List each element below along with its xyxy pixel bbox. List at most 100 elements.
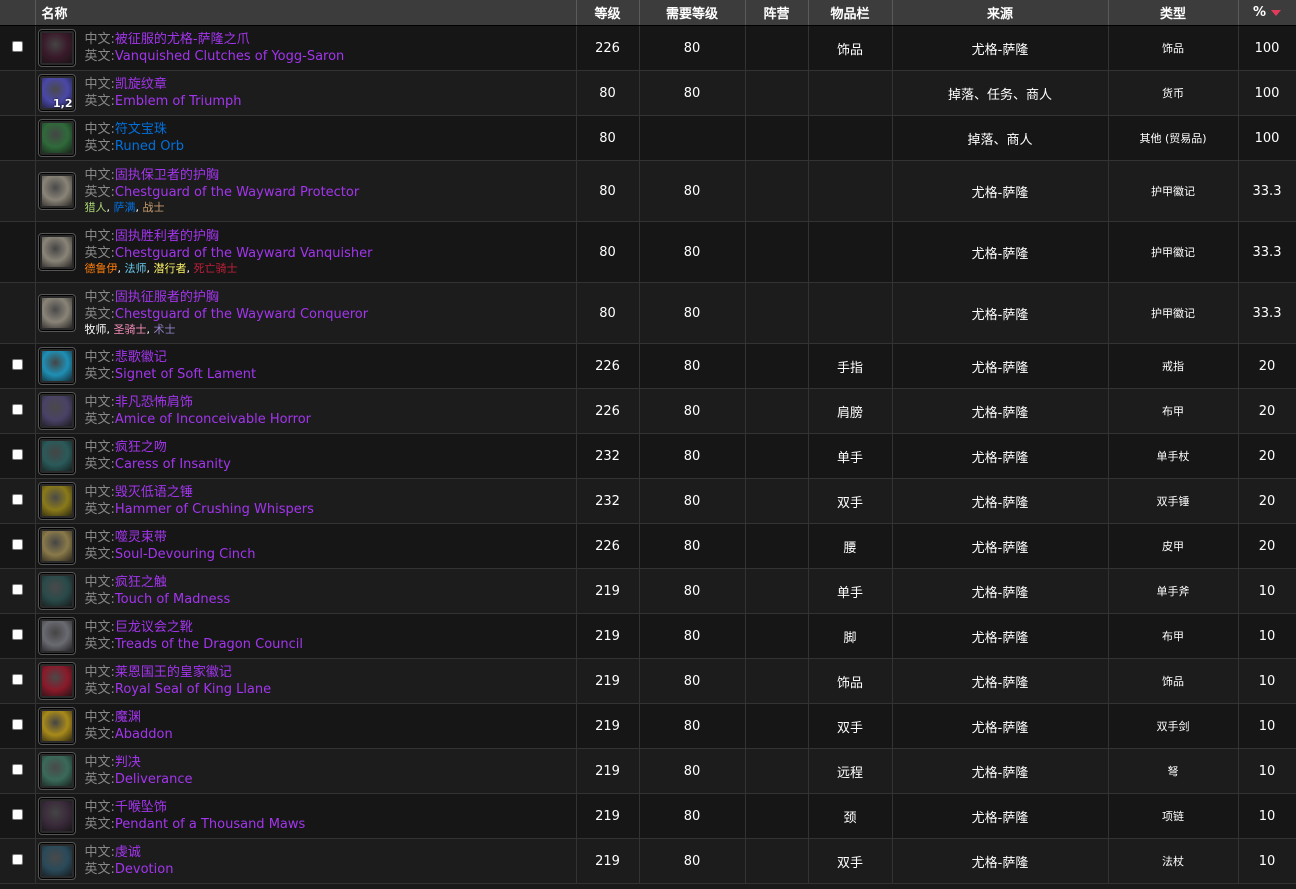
bow-icon[interactable]: [37, 752, 76, 790]
ring-icon[interactable]: [37, 347, 76, 385]
item-name-cn[interactable]: 疯狂之吻: [115, 440, 167, 455]
item-source[interactable]: 掉落、商人: [892, 115, 1109, 161]
axe-icon[interactable]: [37, 572, 76, 610]
item-name-en[interactable]: Amice of Inconceivable Horror: [115, 412, 311, 427]
row-checkbox[interactable]: [11, 359, 23, 370]
item-name-en[interactable]: Caress of Insanity: [115, 457, 231, 472]
class-link[interactable]: 牧师: [85, 323, 107, 336]
item-type[interactable]: 布甲: [1108, 388, 1239, 434]
item-type[interactable]: 护甲徽记: [1108, 282, 1239, 344]
row-checkbox[interactable]: [11, 854, 23, 865]
item-name-cn[interactable]: 莱恩国王的皇家徽记: [115, 665, 232, 680]
item-name-cn[interactable]: 疯狂之触: [115, 575, 167, 590]
item-source[interactable]: 尤格-萨隆: [892, 838, 1109, 884]
header-name[interactable]: 名称: [35, 0, 577, 26]
item-type[interactable]: 弩: [1108, 748, 1239, 794]
item-source[interactable]: 掉落、任务、商人: [892, 70, 1109, 116]
item-name-en[interactable]: Royal Seal of King Llane: [115, 682, 271, 697]
item-source[interactable]: 尤格-萨隆: [892, 433, 1109, 479]
row-checkbox[interactable]: [11, 494, 23, 505]
row-checkbox[interactable]: [11, 719, 23, 730]
header-req-level[interactable]: 需要等级: [639, 0, 746, 26]
item-name-cn[interactable]: 固执胜利者的护胸: [115, 229, 219, 244]
belt-icon[interactable]: [37, 527, 76, 565]
class-link[interactable]: 潜行者: [154, 262, 187, 275]
item-type[interactable]: 布甲: [1108, 613, 1239, 659]
item-source[interactable]: 尤格-萨隆: [892, 221, 1109, 283]
shoulder-icon[interactable]: [37, 392, 76, 430]
item-source[interactable]: 尤格-萨隆: [892, 793, 1109, 839]
item-name-en[interactable]: Chestguard of the Wayward Protector: [115, 185, 359, 200]
item-name-en[interactable]: Runed Orb: [115, 139, 184, 154]
item-name-cn[interactable]: 符文宝珠: [115, 122, 167, 137]
item-source[interactable]: 尤格-萨隆: [892, 748, 1109, 794]
item-type[interactable]: 法杖: [1108, 838, 1239, 884]
item-source[interactable]: 尤格-萨隆: [892, 343, 1109, 389]
item-type[interactable]: 饰品: [1108, 658, 1239, 704]
header-source[interactable]: 来源: [892, 0, 1109, 26]
item-type[interactable]: 双手锤: [1108, 478, 1239, 524]
row-checkbox[interactable]: [11, 809, 23, 820]
item-name-en[interactable]: Emblem of Triumph: [115, 94, 242, 109]
row-checkbox[interactable]: [11, 539, 23, 550]
item-name-cn[interactable]: 固执保卫者的护胸: [115, 168, 219, 183]
class-link[interactable]: 圣骑士: [114, 323, 147, 336]
item-source[interactable]: 尤格-萨隆: [892, 160, 1109, 222]
item-name-en[interactable]: Vanquished Clutches of Yogg-Saron: [115, 49, 344, 64]
item-source[interactable]: 尤格-萨隆: [892, 388, 1109, 434]
emblem-icon[interactable]: 1,2: [37, 74, 76, 112]
item-type[interactable]: 护甲徽记: [1108, 160, 1239, 222]
item-name-cn[interactable]: 千喉坠饰: [115, 800, 167, 815]
item-name-cn[interactable]: 噬灵束带: [115, 530, 167, 545]
item-name-en[interactable]: Abaddon: [115, 727, 173, 742]
item-name-cn[interactable]: 判决: [115, 755, 141, 770]
item-name-cn[interactable]: 悲歌徽记: [115, 350, 167, 365]
item-source[interactable]: 尤格-萨隆: [892, 478, 1109, 524]
item-source[interactable]: 尤格-萨隆: [892, 658, 1109, 704]
item-type[interactable]: 项链: [1108, 793, 1239, 839]
item-type[interactable]: 双手剑: [1108, 703, 1239, 749]
item-type[interactable]: 其他 (贸易品): [1108, 115, 1239, 161]
item-name-cn[interactable]: 巨龙议会之靴: [115, 620, 193, 635]
seal-icon[interactable]: [37, 662, 76, 700]
item-source[interactable]: 尤格-萨隆: [892, 25, 1109, 71]
item-name-en[interactable]: Chestguard of the Wayward Conqueror: [115, 307, 368, 322]
item-name-cn[interactable]: 魔渊: [115, 710, 141, 725]
item-name-cn[interactable]: 被征服的尤格-萨隆之爪: [115, 32, 250, 47]
class-link[interactable]: 德鲁伊: [85, 262, 118, 275]
item-source[interactable]: 尤格-萨隆: [892, 523, 1109, 569]
item-name-cn[interactable]: 毁灭低语之锤: [115, 485, 193, 500]
row-checkbox[interactable]: [11, 674, 23, 685]
item-name-en[interactable]: Hammer of Crushing Whispers: [115, 502, 314, 517]
row-checkbox[interactable]: [11, 584, 23, 595]
row-checkbox[interactable]: [11, 404, 23, 415]
item-type[interactable]: 单手杖: [1108, 433, 1239, 479]
class-link[interactable]: 猎人: [85, 201, 107, 214]
boots-icon[interactable]: [37, 617, 76, 655]
sword-icon[interactable]: [37, 707, 76, 745]
item-name-en[interactable]: Touch of Madness: [115, 592, 230, 607]
hammer-icon[interactable]: [37, 482, 76, 520]
item-source[interactable]: 尤格-萨隆: [892, 703, 1109, 749]
pendant-icon[interactable]: [37, 797, 76, 835]
header-percent[interactable]: %: [1238, 0, 1296, 26]
header-side[interactable]: 阵营: [745, 0, 809, 26]
item-name-cn[interactable]: 凯旋纹章: [115, 77, 167, 92]
class-link[interactable]: 术士: [154, 323, 176, 336]
item-name-en[interactable]: Pendant of a Thousand Maws: [115, 817, 305, 832]
item-name-cn[interactable]: 虔诚: [115, 845, 141, 860]
class-link[interactable]: 死亡骑士: [194, 262, 238, 275]
staff-icon[interactable]: [37, 842, 76, 880]
header-slot[interactable]: 物品栏: [808, 0, 893, 26]
item-name-cn[interactable]: 非凡恐怖肩饰: [115, 395, 193, 410]
header-type[interactable]: 类型: [1108, 0, 1239, 26]
row-checkbox[interactable]: [11, 41, 23, 52]
wand-icon[interactable]: [37, 437, 76, 475]
item-name-en[interactable]: Devotion: [115, 862, 174, 877]
item-source[interactable]: 尤格-萨隆: [892, 613, 1109, 659]
item-type[interactable]: 饰品: [1108, 25, 1239, 71]
item-name-en[interactable]: Soul-Devouring Cinch: [115, 547, 256, 562]
item-name-en[interactable]: Signet of Soft Lament: [115, 367, 256, 382]
header-level[interactable]: 等级: [576, 0, 640, 26]
item-source[interactable]: 尤格-萨隆: [892, 282, 1109, 344]
